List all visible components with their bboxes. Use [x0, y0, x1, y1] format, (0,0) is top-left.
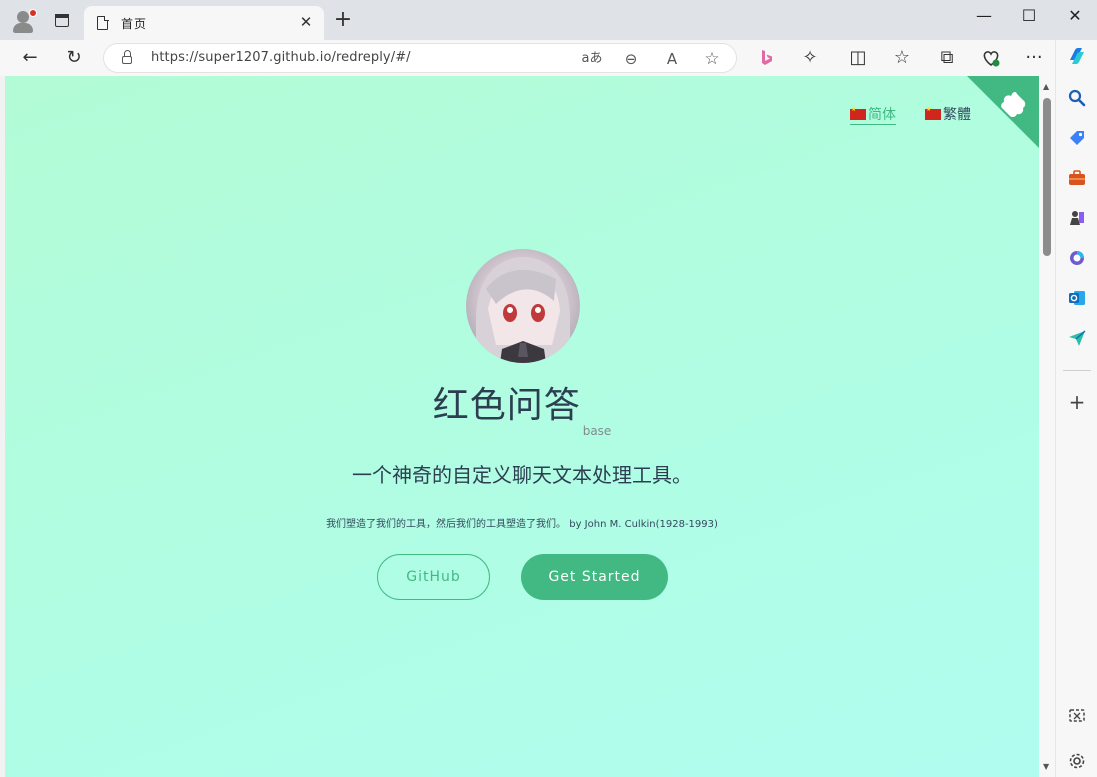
- send-icon[interactable]: [1067, 328, 1087, 348]
- favorites-icon[interactable]: ☆: [890, 46, 914, 70]
- screenshot-icon[interactable]: [1067, 706, 1087, 726]
- extensions-icon[interactable]: ✧: [798, 46, 822, 70]
- quote: 我们塑造了我们的工具，然后我们的工具塑造了我们。 by John M. Culk…: [326, 519, 718, 530]
- back-button[interactable]: ←: [18, 46, 42, 70]
- scrollbar[interactable]: ▲ ▼: [1039, 76, 1055, 777]
- bing-icon[interactable]: [754, 46, 778, 70]
- reload-button[interactable]: ↻: [62, 46, 86, 70]
- translate-icon[interactable]: aあ: [580, 47, 604, 71]
- title-text: 红色问答: [432, 385, 581, 426]
- copilot-icon[interactable]: [1067, 46, 1087, 66]
- minimize-button[interactable]: —: [974, 6, 994, 25]
- briefcase-icon[interactable]: [1067, 168, 1087, 188]
- zoom-icon[interactable]: ⊖: [619, 47, 643, 71]
- collections-icon[interactable]: ⧉: [935, 46, 959, 70]
- office-icon[interactable]: [1067, 248, 1087, 268]
- china-flag-icon: [925, 106, 941, 120]
- address-bar[interactable]: https://super1207.github.io/redreply/#/ …: [103, 43, 737, 73]
- tab-actions-icon[interactable]: [51, 12, 73, 30]
- settings-icon[interactable]: [1067, 751, 1087, 771]
- edge-sidebar: +: [1055, 40, 1097, 777]
- github-corner-icon[interactable]: [967, 76, 1039, 148]
- search-icon[interactable]: [1067, 88, 1087, 108]
- outlook-icon[interactable]: [1067, 288, 1087, 308]
- get-started-button[interactable]: Get Started: [521, 554, 668, 600]
- url-text[interactable]: https://super1207.github.io/redreply/#/: [151, 50, 411, 65]
- lang-simplified-label: 简体: [868, 107, 896, 123]
- favorite-star-icon[interactable]: ☆: [700, 47, 724, 71]
- games-icon[interactable]: [1067, 208, 1087, 228]
- title-suffix: base: [582, 424, 612, 438]
- tab-strip: 首页 ✕ + — ☐ ✕: [0, 0, 1097, 40]
- read-aloud-icon[interactable]: A: [660, 47, 684, 71]
- github-button[interactable]: GitHub: [377, 554, 490, 600]
- new-tab-button[interactable]: +: [331, 9, 355, 31]
- page-content: 简体 繁體 红色问答base 一个神奇的自定义聊天文本处理工具。 我们塑造了我们…: [5, 76, 1039, 777]
- browser-toolbar: ← ↻ https://super1207.github.io/redreply…: [0, 40, 1097, 76]
- profile-avatar-icon[interactable]: [10, 8, 37, 34]
- lock-icon[interactable]: [122, 50, 132, 64]
- scroll-up-icon[interactable]: ▲: [1043, 82, 1049, 91]
- lang-traditional-link[interactable]: 繁體: [925, 104, 971, 124]
- maximize-button[interactable]: ☐: [1019, 6, 1039, 25]
- china-flag-icon: [850, 106, 866, 120]
- lang-simplified-link[interactable]: 简体: [850, 104, 896, 125]
- tag-icon[interactable]: [1067, 128, 1087, 148]
- more-menu-icon[interactable]: ···: [1022, 46, 1046, 70]
- tab-title: 首页: [121, 17, 148, 31]
- page-icon: [97, 15, 109, 30]
- tagline: 一个神奇的自定义聊天文本处理工具。: [352, 463, 692, 487]
- sidebar-divider: [1063, 370, 1091, 371]
- tab-close-icon[interactable]: ✕: [297, 13, 315, 31]
- scrollbar-thumb[interactable]: [1043, 98, 1051, 256]
- scroll-down-icon[interactable]: ▼: [1043, 762, 1049, 771]
- split-screen-icon[interactable]: ◫: [846, 46, 870, 70]
- page-title: 红色问答base: [432, 385, 612, 438]
- tab-home[interactable]: 首页 ✕: [84, 6, 324, 40]
- window-close-button[interactable]: ✕: [1065, 6, 1085, 25]
- avatar: [466, 249, 580, 363]
- title-block: 红色问答base: [5, 376, 1039, 438]
- browser-essentials-icon[interactable]: [979, 46, 1003, 70]
- add-icon[interactable]: +: [1067, 392, 1087, 412]
